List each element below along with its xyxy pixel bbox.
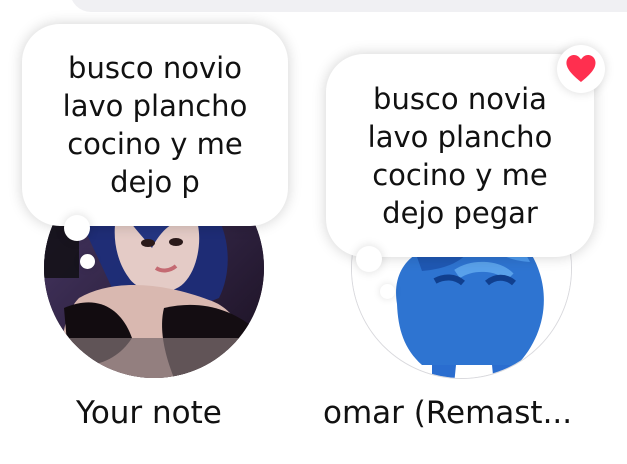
note-owner-label: omar (Remast...: [323, 395, 573, 431]
note-tail-dot-large: [356, 246, 382, 272]
note-bubble-left[interactable]: busco novio lavo plancho cocino y me dej…: [22, 24, 288, 226]
note-your-note[interactable]: busco novio lavo plancho cocino y me dej…: [0, 0, 300, 431]
note-tail-dot-small: [380, 284, 395, 299]
heart-icon[interactable]: [557, 45, 605, 93]
note-bubble-right[interactable]: busco novia lavo plancho cocino y me dej…: [326, 54, 594, 257]
note-omar[interactable]: busco novia lavo plancho cocino y me dej…: [300, 0, 627, 431]
notes-row: busco novio lavo plancho cocino y me dej…: [0, 0, 627, 464]
note-tail-dot-large: [64, 215, 90, 241]
heart-icon-shape: [566, 55, 596, 82]
note-tail-dot-small: [80, 254, 95, 269]
note-owner-label: Your note: [76, 395, 222, 431]
